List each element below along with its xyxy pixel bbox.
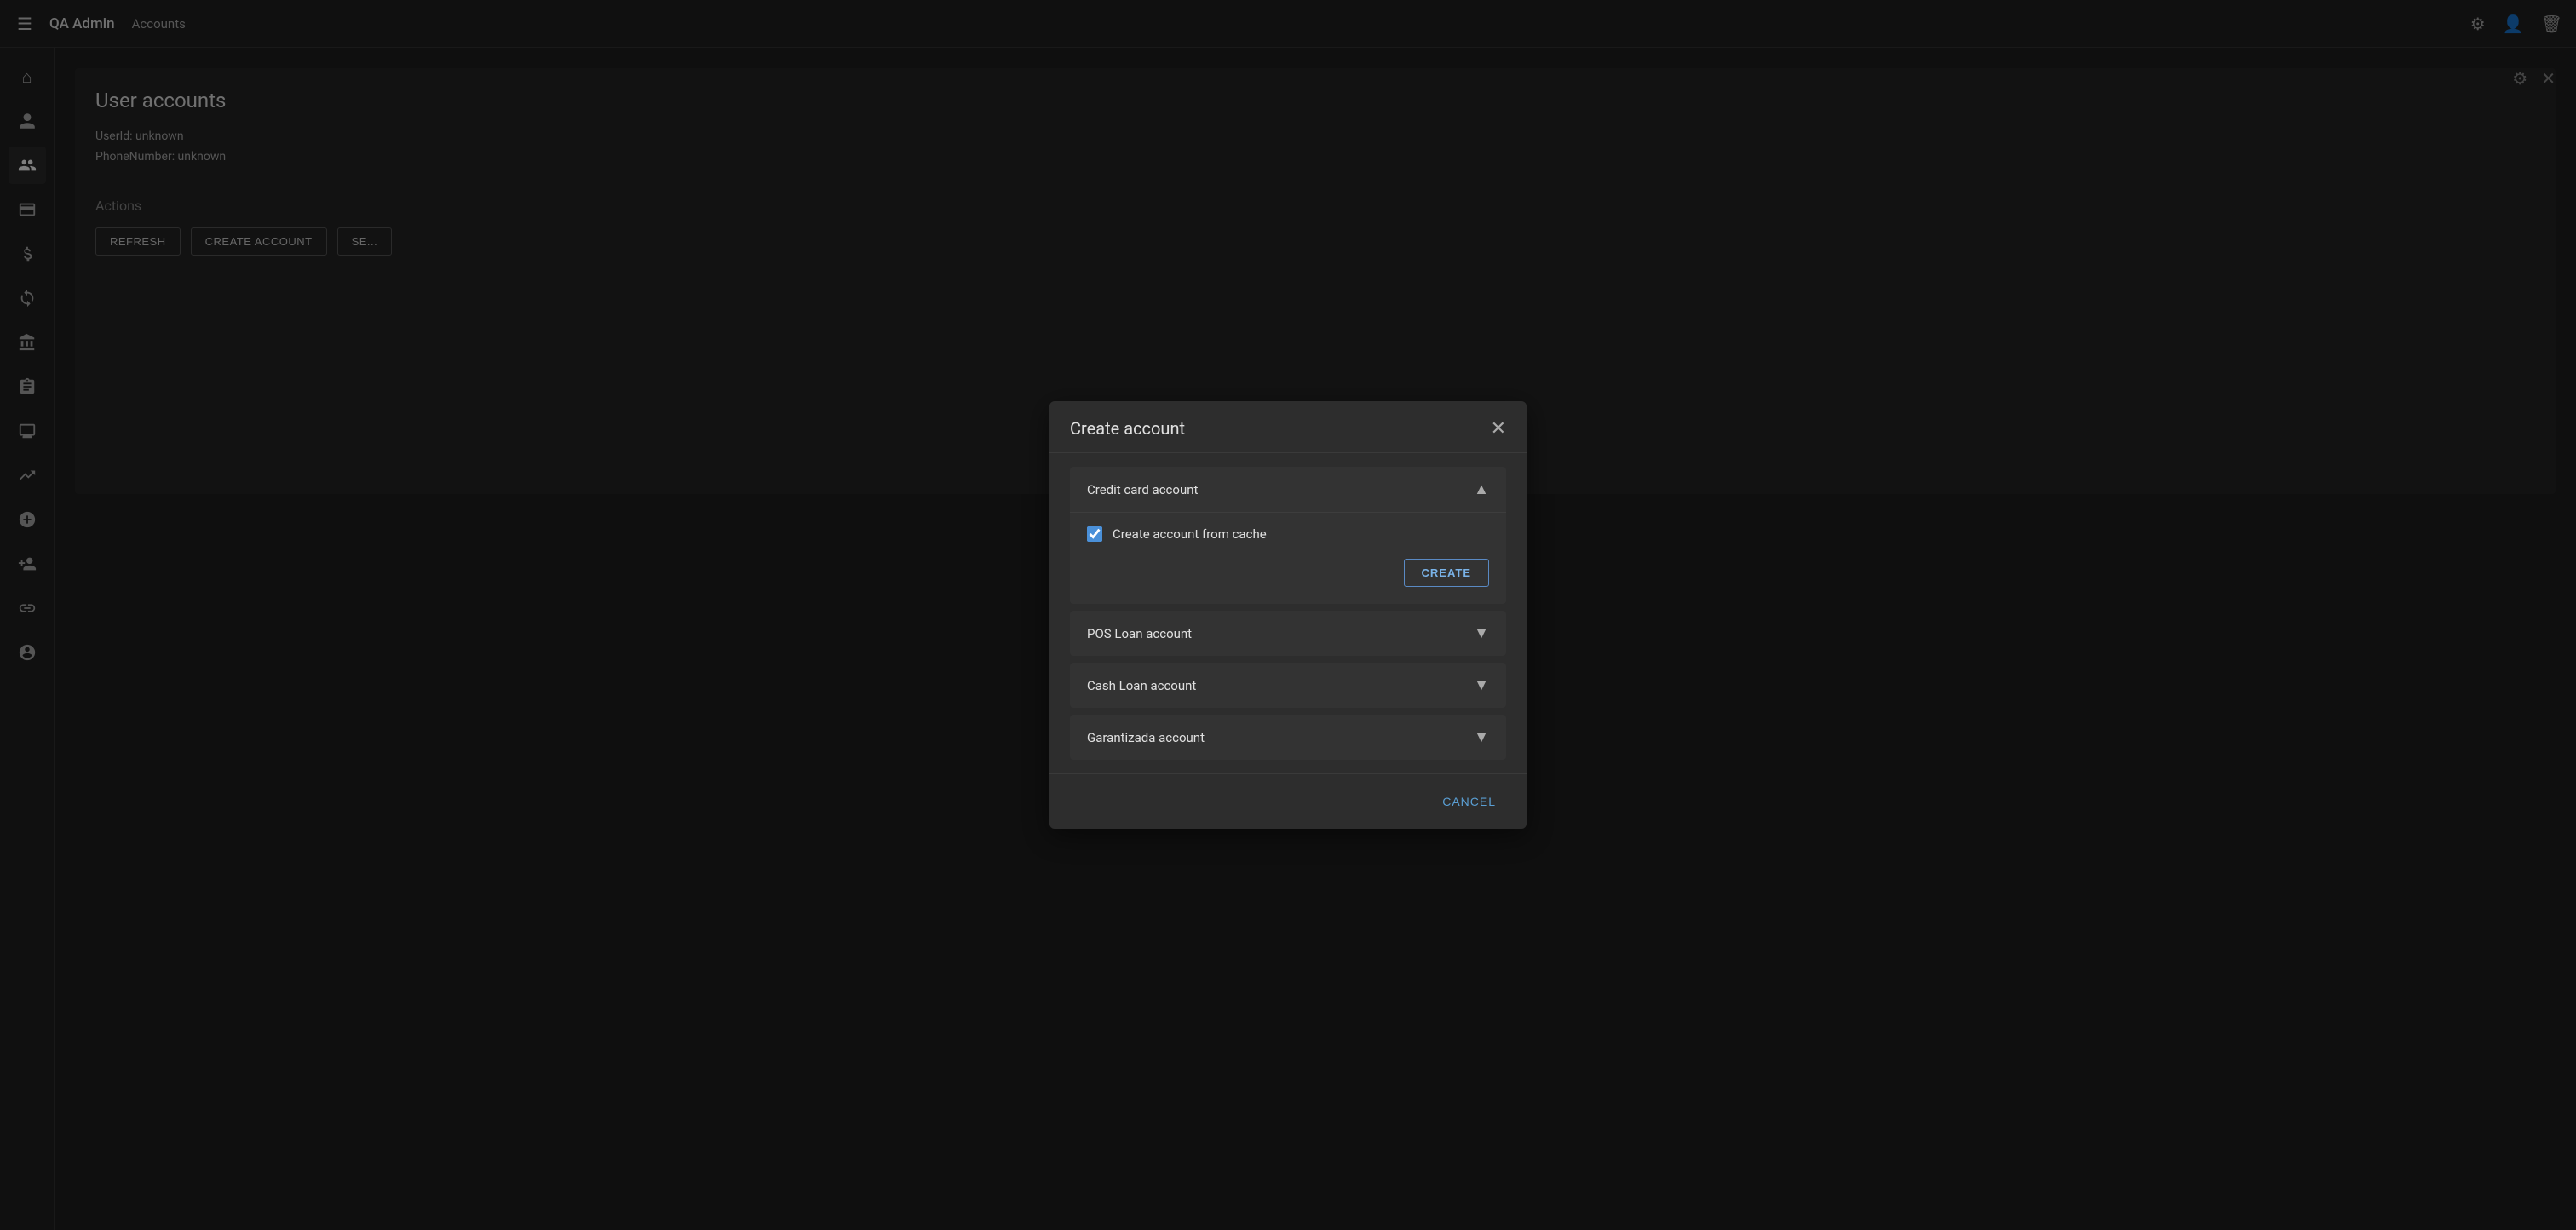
accordion-cash-loan-chevron: ▼ — [1474, 676, 1489, 694]
accordion-garantizada-label: Garantizada account — [1087, 730, 1205, 745]
accordion-credit-card: Credit card account ▲ Create account fro… — [1070, 467, 1506, 604]
accordion-cash-loan: Cash Loan account ▼ — [1070, 663, 1506, 708]
accordion-pos-loan-chevron: ▼ — [1474, 624, 1489, 642]
accordion-credit-card-content: Create account from cache CREATE — [1070, 512, 1506, 604]
create-btn-row: CREATE — [1087, 559, 1489, 587]
create-from-cache-label: Create account from cache — [1113, 526, 1267, 542]
accordion-credit-card-chevron: ▲ — [1474, 480, 1489, 498]
modal-footer: CANCEL — [1049, 773, 1527, 829]
create-account-modal: Create account ✕ Credit card account ▲ C… — [1049, 401, 1527, 829]
modal-header: Create account ✕ — [1049, 401, 1527, 453]
cancel-button[interactable]: CANCEL — [1432, 788, 1506, 815]
accordion-garantizada-header[interactable]: Garantizada account ▼ — [1070, 715, 1506, 760]
accordion-garantizada: Garantizada account ▼ — [1070, 715, 1506, 760]
accordion-cash-loan-label: Cash Loan account — [1087, 678, 1196, 693]
modal-close-button[interactable]: ✕ — [1491, 419, 1506, 438]
modal-overlay[interactable]: Create account ✕ Credit card account ▲ C… — [0, 0, 2576, 1230]
accordion-pos-loan-label: POS Loan account — [1087, 626, 1192, 641]
create-from-cache-checkbox[interactable] — [1087, 526, 1102, 542]
accordion-credit-card-label: Credit card account — [1087, 482, 1198, 497]
accordion-pos-loan-header[interactable]: POS Loan account ▼ — [1070, 611, 1506, 656]
accordion-pos-loan: POS Loan account ▼ — [1070, 611, 1506, 656]
checkbox-row: Create account from cache — [1087, 526, 1489, 542]
accordion-garantizada-chevron: ▼ — [1474, 728, 1489, 746]
modal-body: Credit card account ▲ Create account fro… — [1049, 453, 1527, 773]
accordion-credit-card-header[interactable]: Credit card account ▲ — [1070, 467, 1506, 512]
accordion-cash-loan-header[interactable]: Cash Loan account ▼ — [1070, 663, 1506, 708]
create-button[interactable]: CREATE — [1404, 559, 1489, 587]
modal-title: Create account — [1070, 418, 1185, 439]
